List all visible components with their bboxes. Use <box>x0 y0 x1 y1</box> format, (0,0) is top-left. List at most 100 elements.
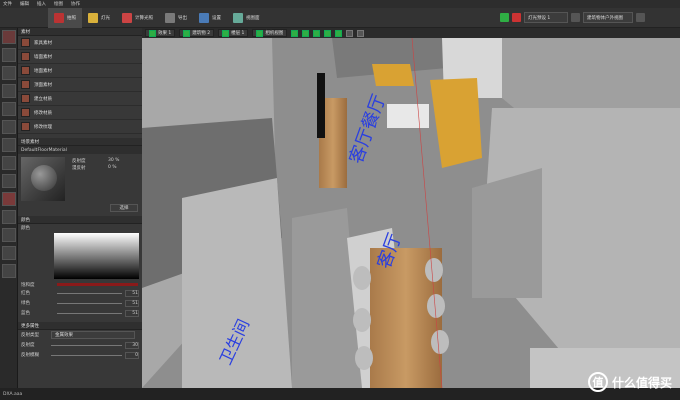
material-props: 反射度 30 % 漫反射 0 % <box>69 157 139 199</box>
green-value[interactable]: 51 <box>125 299 139 307</box>
blur-slider[interactable] <box>51 354 122 356</box>
view-preset-select[interactable]: 建筑物体户外视图 <box>583 12 633 23</box>
view-mode-7-icon[interactable] <box>357 29 365 37</box>
monitor-icon[interactable] <box>571 13 580 22</box>
material-name: DefaultFloorMaterial <box>18 146 142 154</box>
select-button[interactable]: 选择 <box>110 204 138 212</box>
floor-select[interactable]: 楼层 1 <box>218 29 249 37</box>
material-item-texture[interactable]: 修改纹理 <box>18 120 142 134</box>
watermark-text: 什么值得买 <box>611 375 672 390</box>
3d-viewport[interactable]: 客厅餐厅 客厅 卫生间 <box>142 38 680 388</box>
blur-value[interactable]: 0 <box>125 351 139 359</box>
param-label: 红色 <box>21 291 30 296</box>
reflection-type-select[interactable]: 金属效果 <box>51 331 135 339</box>
tab-export[interactable]: 导出 <box>159 8 193 28</box>
view-mode-4-icon[interactable] <box>324 29 332 37</box>
view-mode-2-icon[interactable] <box>302 29 310 37</box>
tool-layer-icon[interactable] <box>2 210 16 224</box>
adv-section-header: 更多属性 <box>18 322 142 330</box>
tool-texture-icon[interactable] <box>2 102 16 116</box>
menu-file[interactable]: 文件 <box>3 1 12 7</box>
reflection-slider[interactable] <box>51 344 122 346</box>
effect-select[interactable]: 效果 1 <box>145 29 176 37</box>
saturation-slider[interactable] <box>57 283 138 286</box>
menu-edit[interactable]: 编辑 <box>20 1 29 7</box>
material-item-furniture[interactable]: 家具素材 <box>18 36 142 50</box>
view-mode-6-icon[interactable] <box>346 29 354 37</box>
prop-value[interactable]: 0 % <box>108 165 117 170</box>
view-mode-3-icon[interactable] <box>313 29 321 37</box>
tab-light-label: 灯光 <box>101 15 110 21</box>
tool-brush-icon[interactable] <box>2 66 16 80</box>
blue-slider[interactable] <box>57 312 122 314</box>
material-label: 顶面素材 <box>34 82 52 88</box>
tab-compute[interactable]: 计算光照 <box>116 8 159 28</box>
view-mode-1-icon[interactable] <box>291 29 299 37</box>
red-value[interactable]: 51 <box>125 289 139 297</box>
material-item-create[interactable]: 建立材质 <box>18 92 142 106</box>
camera-view-select[interactable]: 相机视图 <box>252 29 288 37</box>
material-item-floor[interactable]: 地面素材 <box>18 64 142 78</box>
material-section-header: 场景素材 <box>18 138 142 146</box>
tool-material-icon[interactable] <box>2 30 16 44</box>
gear-icon <box>199 12 209 23</box>
tab-photo-label: 拍照 <box>67 15 76 21</box>
material-item-wall[interactable]: 墙面素材 <box>18 50 142 64</box>
tool-paint-icon[interactable] <box>2 48 16 62</box>
tab-viewplane[interactable]: 视图面 <box>227 8 266 28</box>
prop-value[interactable]: 30 % <box>108 158 119 163</box>
floor-icon <box>222 29 230 37</box>
tool-light-icon[interactable] <box>2 174 16 188</box>
tab-settings-label: 设置 <box>212 15 221 21</box>
sphere-preview <box>31 165 57 191</box>
color-picker[interactable] <box>54 233 139 279</box>
material-icon <box>21 122 30 131</box>
panel-header: 素材 <box>18 28 142 36</box>
material-icon <box>21 66 30 75</box>
chair-left-2 <box>353 308 371 332</box>
tool-sphere-icon[interactable] <box>2 120 16 134</box>
reflection-value[interactable]: 30 <box>125 341 139 349</box>
light-preset-select[interactable]: 灯光预设 1 <box>524 12 568 23</box>
material-label: 修改纹理 <box>34 124 52 130</box>
green-slider[interactable] <box>57 302 122 304</box>
floor-label: 楼层 1 <box>231 31 245 36</box>
building-icon <box>183 29 191 37</box>
material-item-modify[interactable]: 修改材质 <box>18 106 142 120</box>
tab-light[interactable]: 灯光 <box>82 8 116 28</box>
tab-photo[interactable]: 拍照 <box>48 7 82 28</box>
chair-left-3 <box>355 346 373 370</box>
export-icon <box>165 12 175 23</box>
chair-left-1 <box>353 266 371 290</box>
camera-view-icon <box>256 29 264 37</box>
watermark-logo: 值 <box>587 372 608 392</box>
view-icon <box>233 12 243 23</box>
adv-row: 反射类型 金属效果 <box>18 330 142 340</box>
adv-row: 反射度 30 <box>18 340 142 350</box>
tool-camera-icon[interactable] <box>2 246 16 260</box>
color-section-header: 颜色 <box>18 216 142 224</box>
tab-settings[interactable]: 设置 <box>193 8 227 28</box>
view-mode-5-icon[interactable] <box>335 29 343 37</box>
prop-label: 反射度 <box>72 158 86 164</box>
tool-cube-icon[interactable] <box>2 138 16 152</box>
compute-icon <box>122 12 132 23</box>
tool-object-icon[interactable] <box>2 228 16 242</box>
blue-value[interactable]: 51 <box>125 309 139 317</box>
stop-icon[interactable] <box>512 13 521 22</box>
material-item-ceiling[interactable]: 顶面素材 <box>18 78 142 92</box>
tool-color-icon[interactable] <box>2 192 16 206</box>
material-preview-row: 反射度 30 % 漫反射 0 % <box>18 154 142 202</box>
render-icon[interactable] <box>500 13 509 22</box>
camera-settings-icon[interactable] <box>636 13 645 22</box>
building-label: 建筑物 2 <box>192 31 211 36</box>
menu-collab[interactable]: 协作 <box>71 1 80 7</box>
tool-picker-icon[interactable] <box>2 84 16 98</box>
menu-draw[interactable]: 绘图 <box>54 1 63 7</box>
building-select[interactable]: 建筑物 2 <box>179 29 215 37</box>
tool-grid-icon[interactable] <box>2 156 16 170</box>
red-slider[interactable] <box>57 292 122 294</box>
menu-insert[interactable]: 插入 <box>37 1 46 7</box>
tool-render-icon[interactable] <box>2 264 16 278</box>
view-toolbar: 效果 1 建筑物 2 楼层 1 相机视图 <box>142 28 680 38</box>
